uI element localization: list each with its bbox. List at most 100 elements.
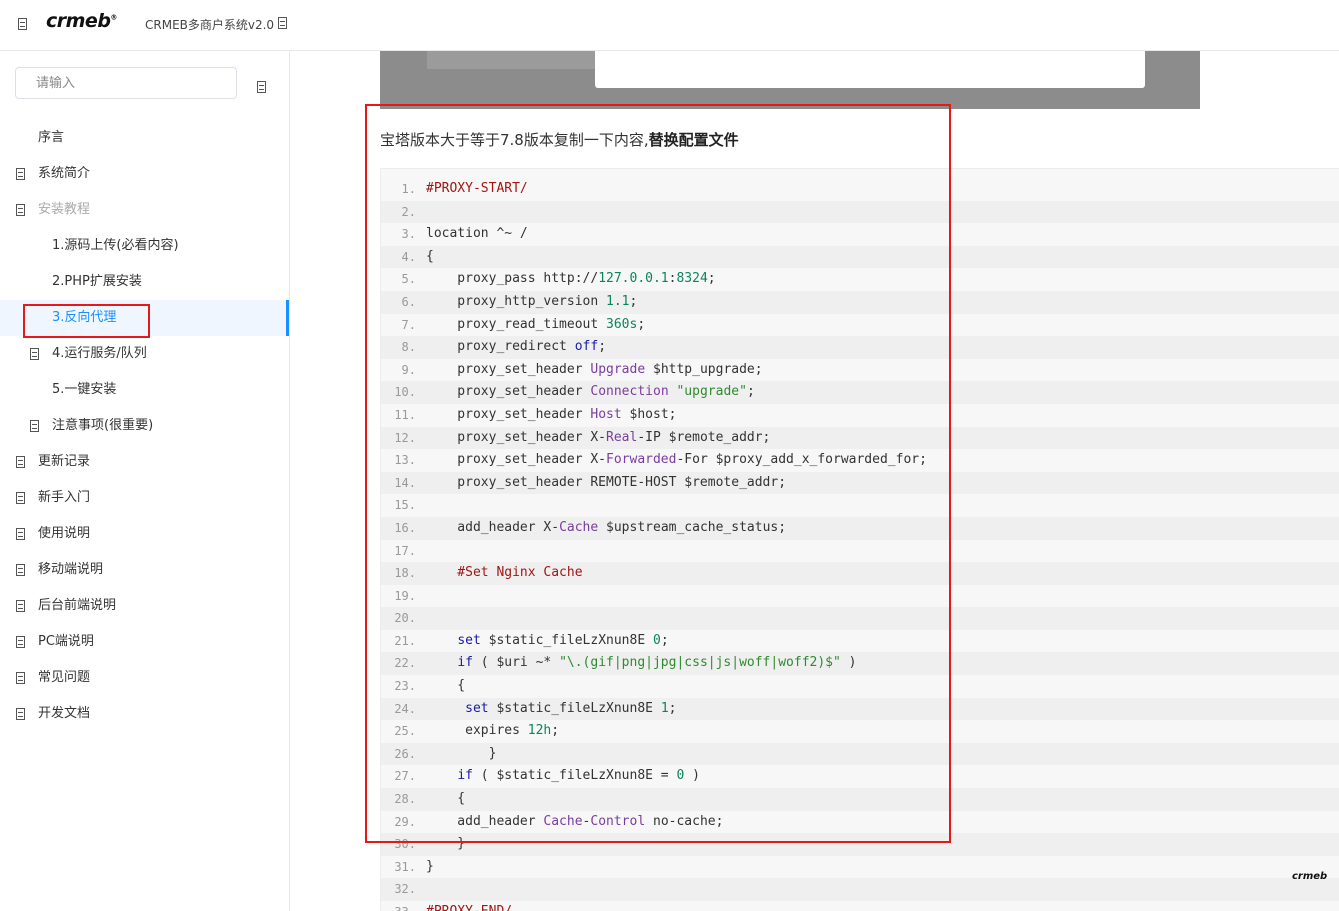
code-line: 16. add_header X-Cache $upstream_cache_s… xyxy=(381,516,1339,540)
sidebar-item-changelog[interactable]: 更新记录 xyxy=(0,444,289,480)
line-code: proxy_set_header Connection "upgrade"; xyxy=(426,384,755,400)
sidebar-item-label: 2.PHP扩展安装 xyxy=(52,274,142,289)
watermark-logo: crmeb xyxy=(1292,871,1328,882)
collapse-icon xyxy=(30,348,39,360)
sidebar-item-install-guide[interactable]: 安装教程 xyxy=(0,192,289,228)
sidebar-item-preface[interactable]: 序言 xyxy=(0,120,289,156)
code-line: 30. } xyxy=(381,833,1339,856)
sidebar-nav: 序言 系统简介 安装教程 1.源码上传(必看内容) 2.PHP扩展安装 3.反向… xyxy=(0,120,289,732)
sidebar-item-label: 序言 xyxy=(38,130,65,145)
code-line: 32. xyxy=(381,878,1339,901)
line-code: #Set Nginx Cache xyxy=(426,565,583,581)
search-input[interactable] xyxy=(15,67,237,99)
line-number: 12. xyxy=(394,430,416,445)
sidebar-item-notes[interactable]: 注意事项(很重要) xyxy=(0,408,289,444)
line-code: if ( $static_fileLzXnun8E = 0 ) xyxy=(457,768,700,784)
logo-registered-mark: ® xyxy=(110,13,117,22)
line-code: if ( $uri ~* "\.(gif|png|jpg|css|js|woff… xyxy=(457,655,857,671)
line-number: 22. xyxy=(394,656,416,671)
line-number: 5. xyxy=(401,272,416,287)
code-line: 33. #PROXY-END/ xyxy=(381,901,1339,911)
sidebar-item-label: PC端说明 xyxy=(38,634,94,649)
code-block[interactable]: 1. #PROXY-START/2. 3. location ^~ / 4. {5. pr… xyxy=(380,168,1339,911)
code-line: 29. add_header Cache-Control no-cache; xyxy=(381,811,1339,834)
line-code: { xyxy=(426,248,434,264)
line-number: 16. xyxy=(394,520,416,535)
collapse-icon xyxy=(30,420,39,432)
main-content: 宝塔版本大于等于7.8版本复制一下内容,替换配置文件 1. #PROXY-STAR… xyxy=(290,51,1339,911)
line-code: proxy_redirect off; xyxy=(426,339,607,355)
line-code: proxy_set_header X-Forwarded-For $proxy_… xyxy=(426,452,927,468)
line-number: 15. xyxy=(394,498,416,513)
code-line: 2. xyxy=(381,200,1339,224)
sidebar-item-label: 安装教程 xyxy=(38,202,91,217)
expand-icon xyxy=(16,204,25,216)
line-number: 29. xyxy=(394,814,416,829)
sidebar-item-pc[interactable]: PC端说明 xyxy=(0,624,289,660)
line-number: 9. xyxy=(401,362,416,377)
line-code: proxy_set_header Host $host; xyxy=(426,406,677,422)
line-code: } xyxy=(426,745,497,761)
line-code: set $static_fileLzXnun8E 1; xyxy=(465,700,677,716)
sidebar-item-php-extension[interactable]: 2.PHP扩展安装 xyxy=(0,264,289,300)
line-number: 24. xyxy=(394,701,416,716)
sidebar-item-run-services[interactable]: 4.运行服务/队列 xyxy=(0,336,289,372)
sidebar-item-faq[interactable]: 常见问题 xyxy=(0,660,289,696)
code-line: 8. proxy_redirect off; xyxy=(381,336,1339,359)
sidebar-item-label: 5.一键安装 xyxy=(52,382,117,397)
line-code: #PROXY-END/ xyxy=(426,901,512,911)
sidebar-item-label: 开发文档 xyxy=(38,706,91,721)
line-code: proxy_set_header REMOTE-HOST $remote_add… xyxy=(426,474,787,490)
collapse-icon xyxy=(16,168,25,180)
sidebar-item-usage[interactable]: 使用说明 xyxy=(0,516,289,552)
sidebar-item-label: 常见问题 xyxy=(38,670,91,685)
line-number: 19. xyxy=(394,588,416,603)
heading-bold-text: 替换配置文件 xyxy=(648,131,739,149)
line-number: 26. xyxy=(394,746,416,761)
collapse-icon xyxy=(16,528,25,540)
line-code: { xyxy=(426,678,466,694)
line-number: 3. xyxy=(401,227,416,242)
collapse-icon xyxy=(16,672,25,684)
code-line: 22. if ( $uri ~* "\.(gif|png|jpg|css|js|… xyxy=(381,652,1339,676)
code-line: 25. expires 12h; xyxy=(381,720,1339,743)
logo[interactable]: crmeb® xyxy=(46,10,117,32)
screenshot-card xyxy=(595,51,1145,88)
line-number: 25. xyxy=(394,724,416,739)
sidebar-item-mobile[interactable]: 移动端说明 xyxy=(0,552,289,588)
sidebar-item-dev-docs[interactable]: 开发文档 xyxy=(0,696,289,732)
code-line: 31.} xyxy=(381,856,1339,879)
sidebar-item-system-intro[interactable]: 系统简介 xyxy=(0,156,289,192)
line-code: } xyxy=(426,858,434,874)
menu-toggle-icon[interactable] xyxy=(18,18,27,30)
line-number: 30. xyxy=(394,837,416,852)
sidebar-item-admin-frontend[interactable]: 后台前端说明 xyxy=(0,588,289,624)
line-code: set $static_fileLzXnun8E 0; xyxy=(457,632,669,648)
heading-text: 宝塔版本大于等于7.8版本复制一下内容, xyxy=(380,131,649,149)
search-icon[interactable] xyxy=(257,81,266,93)
code-line: 20. xyxy=(381,607,1339,630)
sidebar-item-label: 3.反向代理 xyxy=(52,310,117,325)
sidebar-item-label: 更新记录 xyxy=(38,454,91,469)
line-number: 14. xyxy=(394,475,416,490)
code-line: 13. proxy_set_header X-Forwarded-For $pr… xyxy=(381,449,1339,472)
code-line: 5. proxy_pass http://127.0.0.1:8324; xyxy=(381,268,1339,291)
line-number: 8. xyxy=(401,340,416,355)
sidebar-item-getting-started[interactable]: 新手入门 xyxy=(0,480,289,516)
collapse-icon xyxy=(16,708,25,720)
code-line: 7. proxy_read_timeout 360s; xyxy=(381,314,1339,337)
sidebar-item-label: 新手入门 xyxy=(38,490,91,505)
sidebar-item-one-click-install[interactable]: 5.一键安装 xyxy=(0,372,289,408)
code-line: 23. { xyxy=(381,675,1339,698)
collapse-icon xyxy=(16,636,25,648)
line-code: proxy_read_timeout 360s; xyxy=(426,316,646,332)
version-dropdown-icon[interactable] xyxy=(278,17,287,29)
line-number: 17. xyxy=(394,543,416,558)
sidebar-item-source-upload[interactable]: 1.源码上传(必看内容) xyxy=(0,228,289,264)
line-number: 21. xyxy=(394,633,416,648)
sidebar-item-reverse-proxy[interactable]: 3.反向代理 xyxy=(0,300,289,336)
line-code: } xyxy=(426,836,466,852)
code-line: 18. #Set Nginx Cache xyxy=(381,562,1339,585)
sidebar-item-label: 注意事项(很重要) xyxy=(52,418,154,433)
sidebar-item-label: 1.源码上传(必看内容) xyxy=(52,238,179,253)
